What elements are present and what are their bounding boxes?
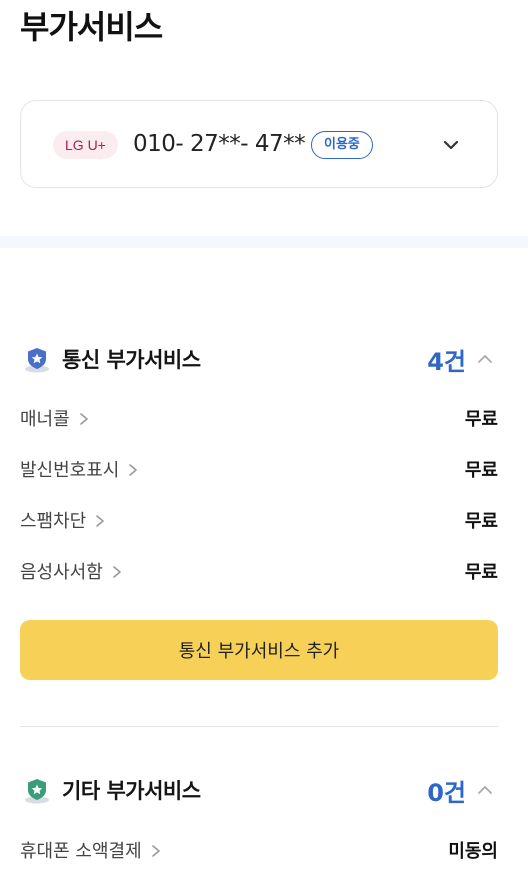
phone-number: 010- 27**- 47** bbox=[133, 131, 306, 157]
chevron-down-icon[interactable] bbox=[441, 135, 461, 155]
carrier-badge: LG U+ bbox=[53, 131, 118, 159]
list-item[interactable]: 매너콜 무료 bbox=[20, 405, 498, 435]
chevron-right-icon bbox=[129, 464, 138, 476]
service-name: 매너콜 bbox=[20, 409, 70, 430]
list-item[interactable]: 스팸차단 무료 bbox=[20, 507, 498, 537]
line-selector-card[interactable]: LG U+ 010- 27**- 47** 이용중 bbox=[20, 100, 498, 188]
shield-star-icon bbox=[25, 779, 49, 804]
list-item[interactable]: 발신번호표시 무료 bbox=[20, 456, 498, 486]
service-price: 무료 bbox=[464, 460, 498, 481]
add-telecom-service-button[interactable]: 통신 부가서비스 추가 bbox=[20, 620, 498, 680]
list-item[interactable]: 휴대폰 소액결제 미동의 bbox=[20, 837, 498, 867]
chevron-right-icon bbox=[96, 515, 105, 527]
shield-star-icon bbox=[25, 348, 49, 373]
section-separator-band bbox=[0, 236, 528, 248]
chevron-right-icon bbox=[79, 413, 88, 425]
telecom-section-title: 통신 부가서비스 bbox=[62, 348, 201, 372]
other-section-count: 0건 bbox=[427, 779, 466, 807]
page-title: 부가서비스 bbox=[20, 8, 163, 46]
service-name: 휴대폰 소액결제 bbox=[20, 841, 142, 862]
list-item[interactable]: 음성사서함 무료 bbox=[20, 558, 498, 588]
service-name: 스팸차단 bbox=[20, 511, 87, 532]
chevron-up-icon[interactable] bbox=[476, 781, 494, 799]
chevron-right-icon bbox=[113, 566, 121, 578]
service-name: 발신번호표시 bbox=[20, 460, 120, 481]
service-price: 무료 bbox=[464, 562, 498, 583]
service-consent-status: 미동의 bbox=[448, 841, 498, 862]
service-price: 무료 bbox=[464, 511, 498, 532]
service-price: 무료 bbox=[464, 409, 498, 430]
chevron-up-icon[interactable] bbox=[476, 350, 494, 368]
service-name: 음성사서함 bbox=[20, 562, 103, 583]
other-section-title: 기타 부가서비스 bbox=[62, 779, 201, 803]
status-badge: 이용중 bbox=[311, 131, 373, 159]
telecom-section-count: 4건 bbox=[427, 348, 466, 376]
divider bbox=[20, 726, 498, 727]
chevron-right-icon bbox=[151, 845, 160, 857]
